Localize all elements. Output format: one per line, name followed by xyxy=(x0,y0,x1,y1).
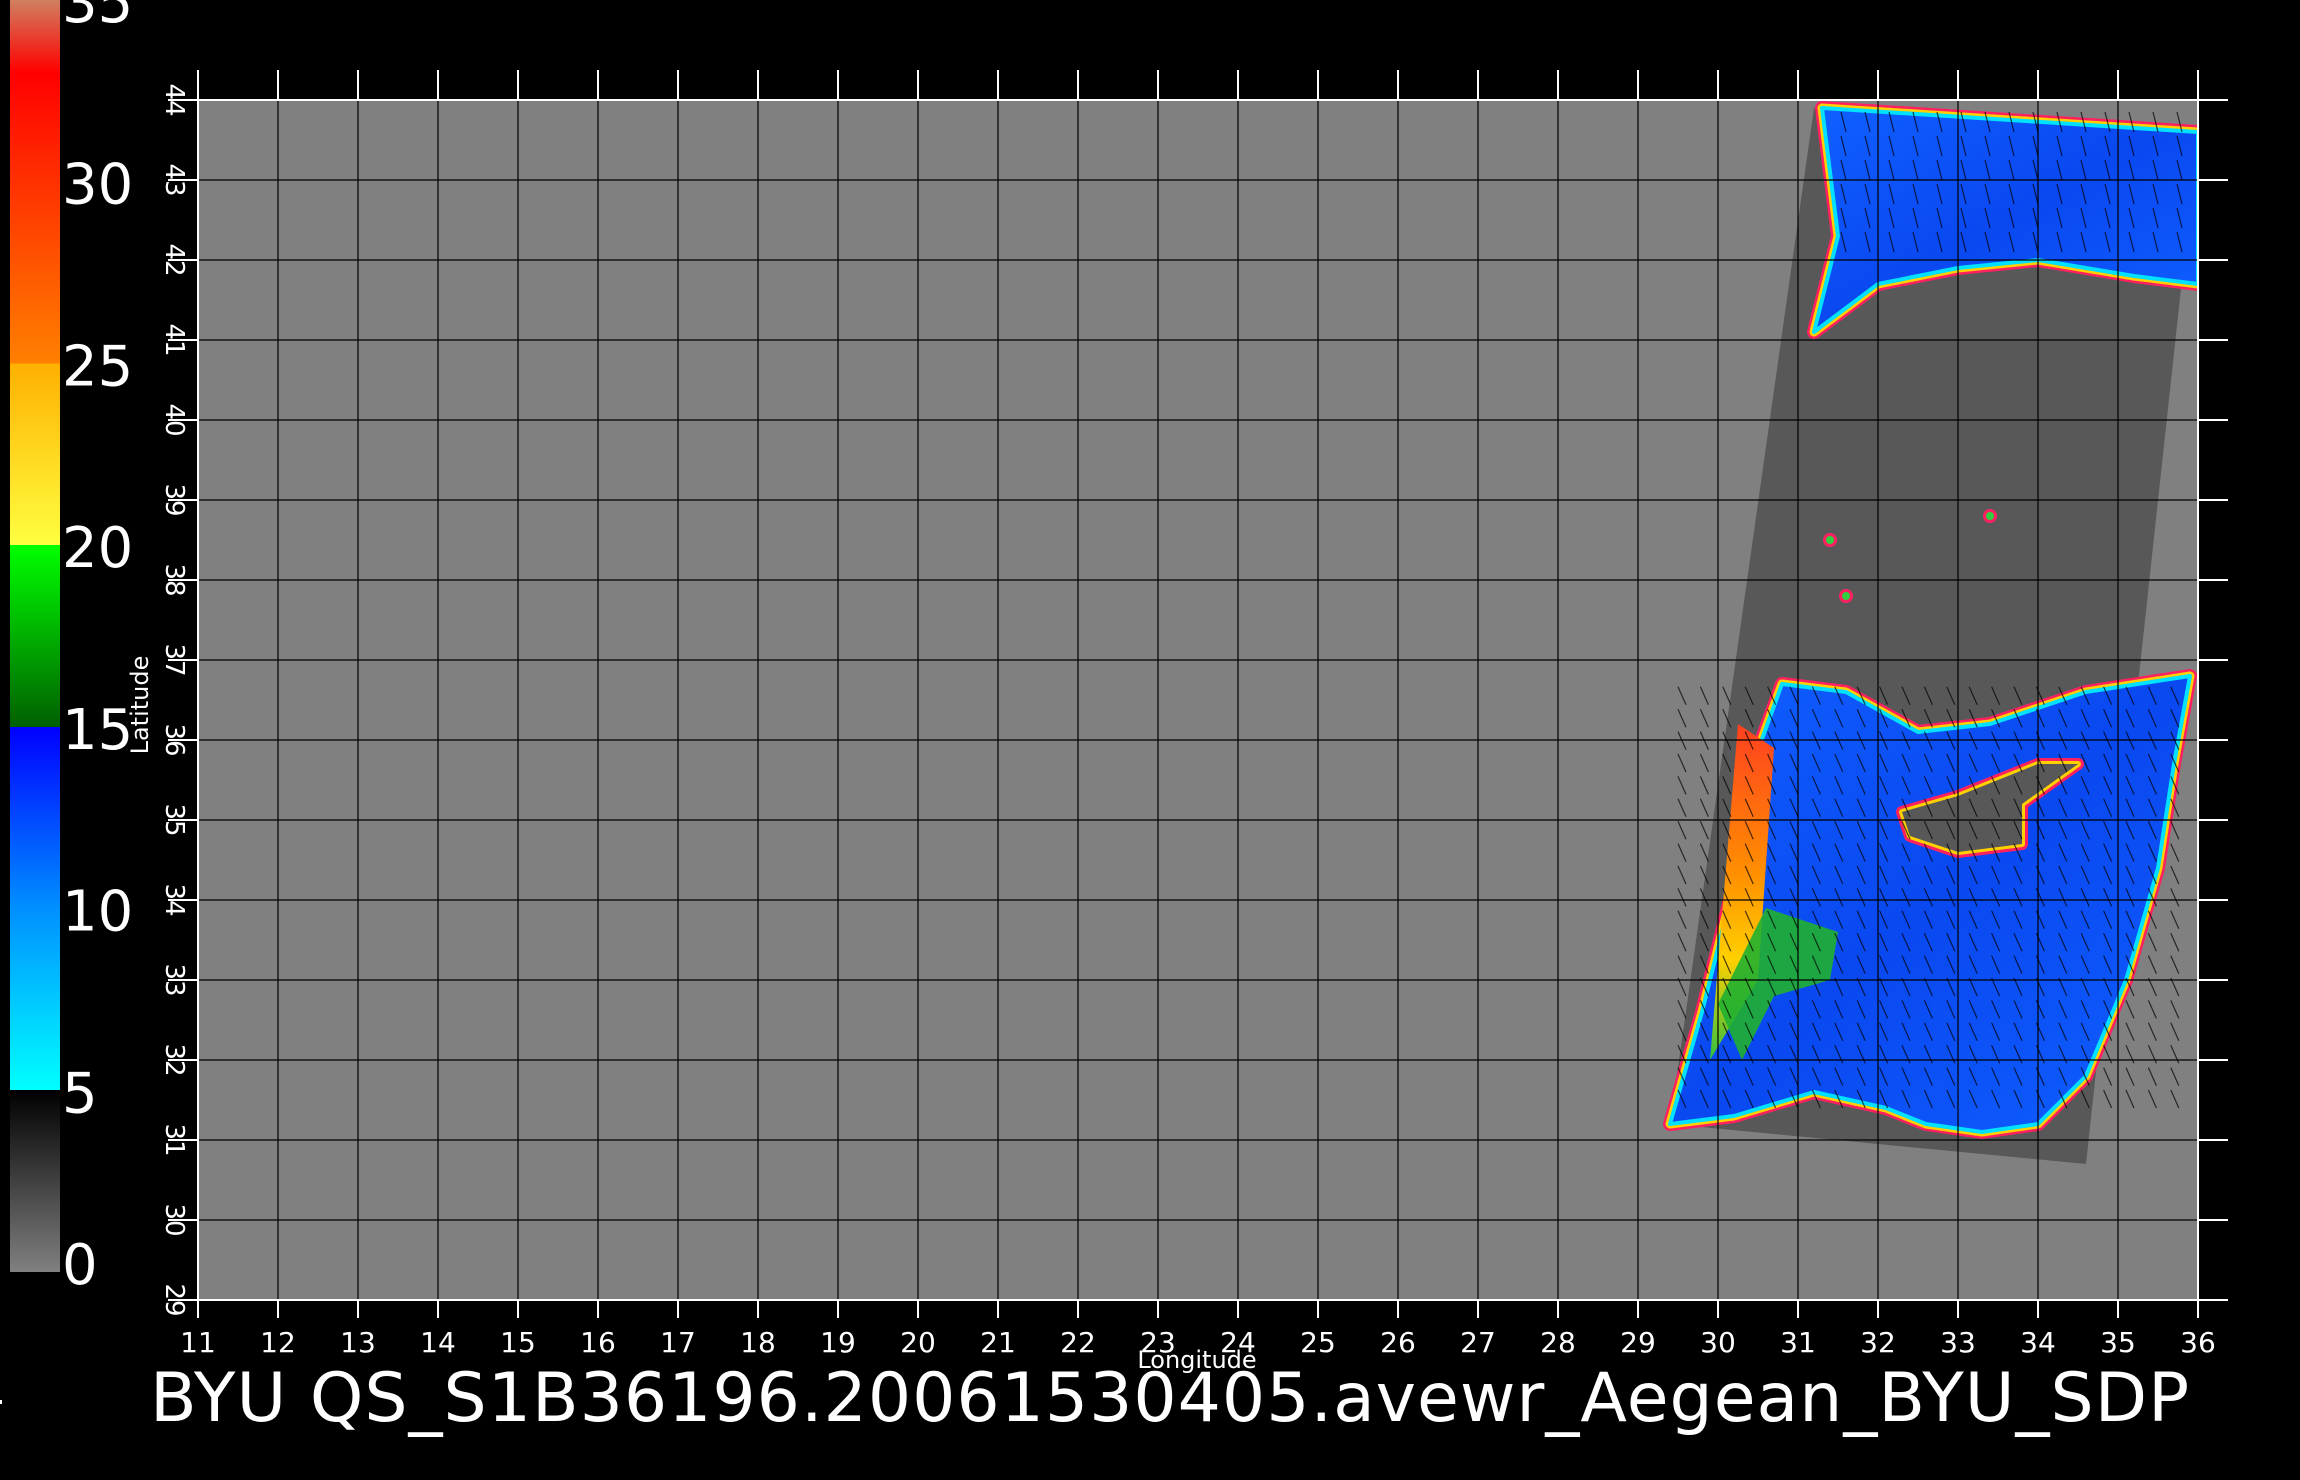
y-tick-label: 39 xyxy=(159,483,189,516)
x-tick-label: 26 xyxy=(1380,1326,1416,1359)
y-tick-label: 34 xyxy=(159,883,189,916)
colorbar-gradient xyxy=(10,0,60,1272)
x-tick-label: 29 xyxy=(1620,1326,1656,1359)
colorbar-tick-label: 5 xyxy=(62,1061,98,1126)
y-tick-label: 44 xyxy=(159,83,189,116)
x-tick-label: 13 xyxy=(340,1326,376,1359)
wind-speed-map: 0 5 10 15 20 25 30 35 11 12 13 14 15 16 17 18 19 20 21 22 2… xyxy=(10,0,2228,1374)
x-tick-label: 27 xyxy=(1460,1326,1496,1359)
y-tick-label: 40 xyxy=(159,403,189,436)
colorbar-tick-label: 0 xyxy=(62,1233,98,1298)
x-tick-label: 30 xyxy=(1700,1326,1736,1359)
x-tick-label: 25 xyxy=(1300,1326,1336,1359)
y-tick-label: 32 xyxy=(159,1043,189,1076)
x-tick-label: 17 xyxy=(660,1326,696,1359)
y-tick-label: 35 xyxy=(159,803,189,836)
x-tick-label: 15 xyxy=(500,1326,536,1359)
map-plot-area xyxy=(198,100,2198,1300)
inland-feature-core xyxy=(1986,512,1994,520)
edge-marker xyxy=(0,1400,2,1404)
x-tick-label: 18 xyxy=(740,1326,776,1359)
x-tick-label: 21 xyxy=(980,1326,1016,1359)
colorbar-tick-label: 25 xyxy=(62,334,133,399)
x-tick-label: 11 xyxy=(180,1326,216,1359)
y-tick-label: 29 xyxy=(159,1283,189,1316)
x-tick-label: 31 xyxy=(1780,1326,1816,1359)
y-tick-label: 38 xyxy=(159,563,189,596)
inland-feature-core xyxy=(1842,592,1850,600)
x-tick-label: 16 xyxy=(580,1326,616,1359)
x-tick-label: 12 xyxy=(260,1326,296,1359)
x-tick-label: 35 xyxy=(2100,1326,2136,1359)
y-tick-label: 43 xyxy=(159,163,189,196)
y-tick-label: 37 xyxy=(159,643,189,676)
y-axis-label: Latitude xyxy=(126,656,154,755)
y-tick-label: 42 xyxy=(159,243,189,276)
y-tick-label: 31 xyxy=(159,1123,189,1156)
x-tick-label: 14 xyxy=(420,1326,456,1359)
y-tick-label: 30 xyxy=(159,1203,189,1236)
y-tick-label: 33 xyxy=(159,963,189,996)
colorbar-labels: 0 5 10 15 20 25 30 35 xyxy=(62,0,133,1298)
colorbar xyxy=(10,0,60,1272)
colorbar-tick-label: 30 xyxy=(62,153,133,218)
y-tick-label: 41 xyxy=(159,323,189,356)
x-tick-label: 28 xyxy=(1540,1326,1576,1359)
x-tick-label: 33 xyxy=(1940,1326,1976,1359)
x-tick-label: 34 xyxy=(2020,1326,2056,1359)
x-tick-label: 36 xyxy=(2180,1326,2216,1359)
x-tick-label: 32 xyxy=(1860,1326,1896,1359)
colorbar-tick-label: 20 xyxy=(62,516,133,581)
x-tick-label: 20 xyxy=(900,1326,936,1359)
y-tick-label: 36 xyxy=(159,723,189,756)
colorbar-tick-label: 15 xyxy=(62,698,133,763)
image-title: BYU QS_S1B36196.20061530405.avewr_Aegean… xyxy=(150,1359,2191,1438)
x-tick-label: 22 xyxy=(1060,1326,1096,1359)
colorbar-tick-label: 35 xyxy=(62,0,133,36)
colorbar-tick-label: 10 xyxy=(62,880,133,945)
inland-feature-core xyxy=(1826,536,1834,544)
x-tick-label: 19 xyxy=(820,1326,856,1359)
